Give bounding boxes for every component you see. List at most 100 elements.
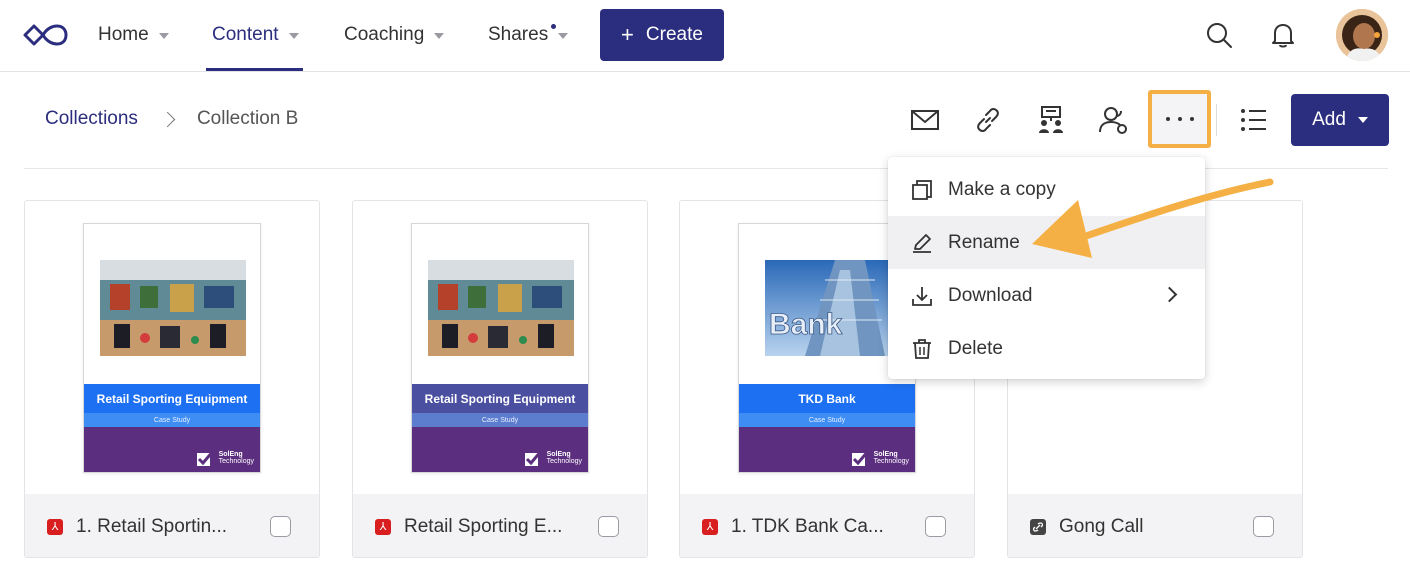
card-footer: ⅄ 1. Retail Sportin... (25, 494, 319, 557)
card-footer: ⅄ 1. TDK Bank Ca... (680, 494, 974, 557)
logo-icon[interactable] (22, 22, 68, 48)
menu-item-download[interactable]: Download (888, 269, 1205, 322)
bank-image-text: Bank (769, 308, 843, 341)
logo-line1: SolEng (218, 451, 243, 458)
nav-shares[interactable]: Shares (488, 24, 569, 46)
more-dot (1189, 117, 1194, 121)
select-checkbox[interactable] (598, 516, 619, 537)
pdf-icon: ⅄ (375, 518, 391, 535)
add-button[interactable]: Add (1291, 94, 1389, 146)
org-chart-icon (1039, 106, 1063, 133)
pdf-icon: ⅄ (47, 518, 63, 535)
checkmark-logo-icon (524, 449, 543, 466)
notification-dot (551, 24, 556, 29)
email-button[interactable] (907, 102, 943, 138)
store-interior-image (100, 260, 246, 356)
card-title[interactable]: 1. Retail Sportin... (76, 516, 227, 538)
menu-item-label: Make a copy (948, 178, 1056, 200)
toolbar-divider (1216, 104, 1217, 136)
document-preview: Retail Sporting Equipment Case Study Sol… (83, 223, 261, 473)
chevron-down-icon (434, 33, 445, 39)
card-thumbnail[interactable]: Retail Sporting Equipment Case Study Sol… (25, 201, 319, 494)
nav-shares-label: Shares (488, 24, 549, 45)
document-title: Retail Sporting Equipment (412, 384, 588, 413)
trash-icon (910, 337, 934, 361)
logo-line2: Technology (873, 458, 909, 465)
nav-coaching[interactable]: Coaching (344, 24, 445, 46)
card-footer: ⅄ Retail Sporting E... (353, 494, 647, 557)
company-logo: SolEng Technology (196, 448, 254, 468)
bell-icon[interactable] (1270, 21, 1296, 49)
top-navigation: Home Content Coaching Shares + Create (0, 0, 1410, 72)
chevron-right-icon (159, 111, 176, 127)
logo-line2: Technology (218, 458, 254, 465)
chevron-down-icon (558, 33, 569, 39)
content-card[interactable]: Retail Sporting Equipment Case Study Sol… (24, 200, 320, 558)
pencil-icon (910, 231, 934, 255)
list-icon (1241, 109, 1266, 131)
store-interior-image (428, 260, 574, 356)
document-subtitle: Case Study (412, 413, 588, 427)
create-button[interactable]: + Create (600, 9, 724, 61)
chevron-down-icon (1357, 117, 1368, 123)
nav-coaching-label: Coaching (344, 24, 425, 45)
document-footer: SolEng Technology (412, 427, 588, 472)
copy-link-button[interactable] (970, 102, 1006, 138)
breadcrumb-collections[interactable]: Collections (45, 108, 138, 130)
nav-content-label: Content (212, 24, 279, 45)
menu-item-delete[interactable]: Delete (888, 322, 1205, 375)
nav-home-label: Home (98, 24, 149, 45)
select-checkbox[interactable] (925, 516, 946, 537)
link-icon (977, 107, 999, 133)
card-title[interactable]: Gong Call (1059, 516, 1144, 538)
company-logo: SolEng Technology (524, 448, 582, 468)
menu-item-label: Delete (948, 337, 1003, 359)
chevron-right-icon (1161, 286, 1178, 303)
card-title[interactable]: 1. TDK Bank Ca... (731, 516, 884, 538)
logo-line1: SolEng (873, 451, 898, 458)
search-icon[interactable] (1205, 21, 1233, 49)
document-title: TKD Bank (739, 384, 915, 413)
logo-line2: Technology (546, 458, 582, 465)
copy-icon (910, 178, 934, 202)
chevron-down-icon (158, 33, 169, 39)
breadcrumb: Collections Collection B (45, 108, 298, 130)
more-dot (1177, 117, 1182, 121)
list-view-button[interactable] (1236, 102, 1272, 138)
share-people-button[interactable] (1096, 102, 1132, 138)
document-preview: Retail Sporting Equipment Case Study Sol… (411, 223, 589, 473)
more-options-button[interactable] (1148, 90, 1211, 148)
checkmark-logo-icon (851, 449, 870, 466)
plus-icon: + (621, 22, 634, 47)
active-tab-indicator (206, 68, 303, 71)
checkmark-logo-icon (196, 449, 215, 466)
card-footer: Gong Call (1008, 494, 1302, 557)
document-subtitle: Case Study (739, 413, 915, 427)
document-subtitle: Case Study (84, 413, 260, 427)
more-dot (1165, 117, 1170, 121)
users-icon (1099, 107, 1127, 134)
avatar[interactable] (1336, 9, 1388, 61)
chevron-down-icon (288, 33, 299, 39)
hierarchy-button[interactable] (1033, 102, 1069, 138)
content-card[interactable]: Retail Sporting Equipment Case Study Sol… (352, 200, 648, 558)
document-title: Retail Sporting Equipment (84, 384, 260, 413)
more-options-menu: Make a copy Rename Download Delete (888, 157, 1205, 379)
select-checkbox[interactable] (1253, 516, 1274, 537)
download-icon (910, 284, 934, 308)
card-thumbnail[interactable]: Retail Sporting Equipment Case Study Sol… (353, 201, 647, 494)
menu-item-rename[interactable]: Rename (888, 216, 1205, 269)
nav-content[interactable]: Content (212, 24, 299, 46)
document-footer: SolEng Technology (84, 427, 260, 472)
document-footer: SolEng Technology (739, 427, 915, 472)
breadcrumb-current: Collection B (196, 108, 299, 129)
mail-icon (911, 110, 939, 130)
menu-item-make-copy[interactable]: Make a copy (888, 163, 1205, 216)
pdf-icon: ⅄ (702, 518, 718, 535)
card-title[interactable]: Retail Sporting E... (404, 516, 562, 538)
company-logo: SolEng Technology (851, 448, 909, 468)
menu-item-label: Rename (948, 231, 1020, 253)
nav-home[interactable]: Home (98, 24, 169, 46)
select-checkbox[interactable] (270, 516, 291, 537)
logo-line1: SolEng (546, 451, 571, 458)
